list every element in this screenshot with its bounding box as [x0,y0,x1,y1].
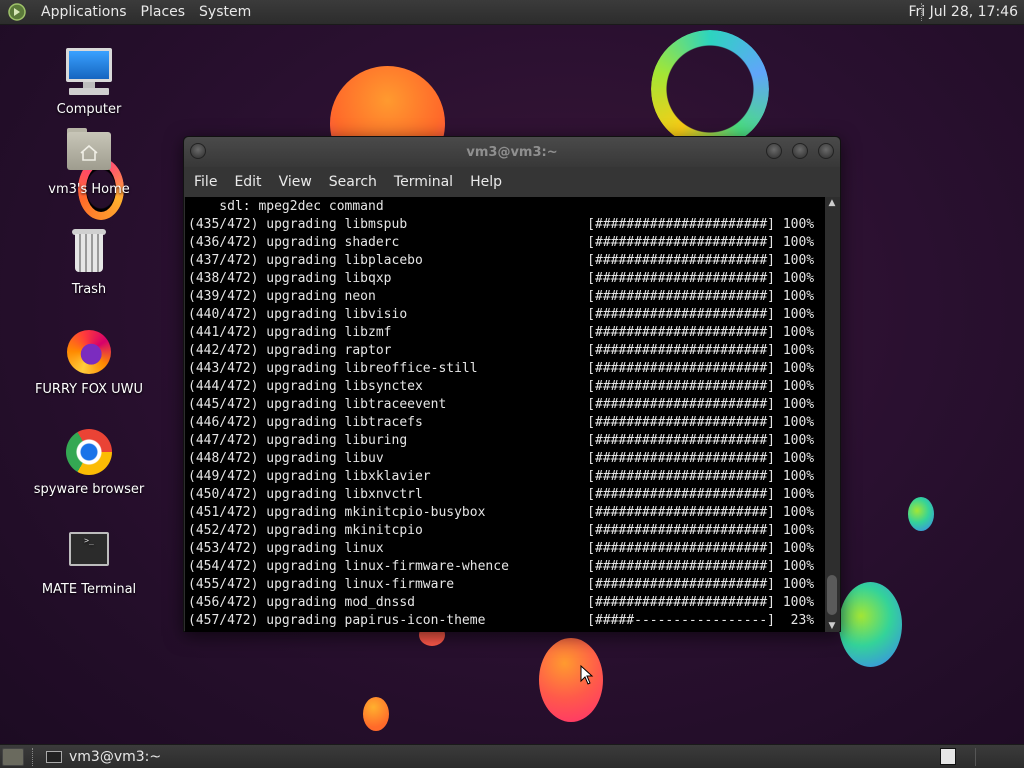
chrome-icon [63,426,115,478]
scroll-up-arrow-icon[interactable]: ▲ [825,197,839,209]
desktop-icon-label: Trash [71,282,107,297]
maximize-button[interactable] [792,143,808,159]
bottom-panel: vm3@vm3:~ [0,744,1024,768]
terminal-line: (438/472) upgrading libqxp [############… [188,271,815,286]
desktop-icon-label: Computer [56,102,122,117]
scroll-thumb[interactable] [827,575,837,615]
terminal-line: (448/472) upgrading libuv [#############… [188,451,815,466]
menu-edit[interactable]: Edit [228,174,267,190]
terminal-line: (435/472) upgrading libmspub [##########… [188,217,815,232]
taskbar-window-button[interactable]: vm3@vm3:~ [40,746,167,768]
desktop-icon-computer[interactable]: Computer [24,46,154,117]
green-bubble-decoration [839,582,902,667]
show-desktop-icon[interactable] [2,747,24,766]
applications-menu[interactable]: Applications [34,4,134,20]
minimize-button[interactable] [766,143,782,159]
gradient-ring-decoration [651,30,769,148]
clock[interactable]: Fri Jul 28, 17:46 [908,4,1018,20]
trash-icon [63,226,115,278]
computer-icon [63,46,115,98]
close-button[interactable] [818,143,834,159]
terminal-line: (445/472) upgrading libtraceevent [#####… [188,397,815,412]
desktop-icon-firefox[interactable]: FURRY FOX UWU [24,326,154,397]
terminal-line: (442/472) upgrading raptor [############… [188,343,815,358]
panel-separator [32,747,34,766]
menu-search[interactable]: Search [323,174,383,190]
desktop-icon-label: vm3's Home [48,182,130,197]
terminal-line: (443/472) upgrading libreoffice-still [#… [188,361,815,376]
terminal-line: (447/472) upgrading liburing [##########… [188,433,815,448]
terminal-output[interactable]: sdl: mpeg2dec command (435/472) upgrading… [185,197,826,632]
terminal-line: (449/472) upgrading libxklavier [#######… [188,469,815,484]
terminal-line: (441/472) upgrading libzmf [############… [188,325,815,340]
terminal-line: (439/472) upgrading neon [##############… [188,289,815,304]
panel-separator [975,748,976,766]
terminal-line: (452/472) upgrading mkinitcpio [########… [188,523,815,538]
menu-file[interactable]: File [188,174,223,190]
terminal-line: (456/472) upgrading mod_dnssd [#########… [188,595,815,610]
terminal-line: (450/472) upgrading libxnvctrl [########… [188,487,815,502]
desktop-icon-label: FURRY FOX UWU [34,382,144,397]
window-titlebar[interactable]: vm3@vm3:~ [184,137,840,167]
desktop-icon-label: MATE Terminal [41,582,137,597]
tiny-blue-bubble-decoration [908,497,934,531]
tiny-orange-bubble-decoration [363,697,389,731]
menu-view[interactable]: View [273,174,318,190]
desktop-icon-trash[interactable]: Trash [24,226,154,297]
menu-terminal[interactable]: Terminal [388,174,459,190]
workspace-switcher[interactable] [940,748,956,765]
terminal-menubar: File Edit View Search Terminal Help [184,167,840,197]
terminal-scrollbar[interactable]: ▲ ▼ [825,197,839,632]
terminal-small-icon [46,750,62,763]
terminal-line: (446/472) upgrading libtracefs [########… [188,415,815,430]
terminal-line: (455/472) upgrading linux-firmware [####… [188,577,815,592]
home-folder-icon [63,126,115,178]
desktop-icon-home[interactable]: vm3's Home [24,126,154,197]
firefox-icon [63,326,115,378]
menu-help[interactable]: Help [464,174,508,190]
desktop-icon-terminal[interactable]: >_ MATE Terminal [24,526,154,597]
terminal-line: (451/472) upgrading mkinitcpio-busybox [… [188,505,815,520]
terminal-window[interactable]: vm3@vm3:~ File Edit View Search Terminal… [183,136,841,632]
window-title: vm3@vm3:~ [466,145,558,160]
terminal-line: (444/472) upgrading libsynctex [########… [188,379,815,394]
terminal-line: (436/472) upgrading shaderc [###########… [188,235,815,250]
mate-logo-icon[interactable] [6,1,28,23]
places-menu[interactable]: Places [134,4,193,20]
desktop-icon-chrome[interactable]: spyware browser [24,426,154,497]
terminal-line: (453/472) upgrading linux [#############… [188,541,815,556]
taskbar-window-label: vm3@vm3:~ [69,748,162,765]
terminal-line: (440/472) upgrading libvisio [##########… [188,307,815,322]
terminal-line: (457/472) upgrading papirus-icon-theme [… [188,613,815,628]
terminal-icon: >_ [63,526,115,578]
terminal-line: (454/472) upgrading linux-firmware-whenc… [188,559,815,574]
terminal-line: (437/472) upgrading libplacebo [########… [188,253,815,268]
terminal-line: sdl: mpeg2dec command [188,199,384,214]
desktop-icon-label: spyware browser [33,482,145,497]
mouse-cursor-icon [580,665,594,685]
scroll-down-arrow-icon[interactable]: ▼ [825,620,839,632]
system-menu[interactable]: System [192,4,258,20]
top-panel: Applications Places System Fri Jul 28, 1… [0,0,1024,25]
